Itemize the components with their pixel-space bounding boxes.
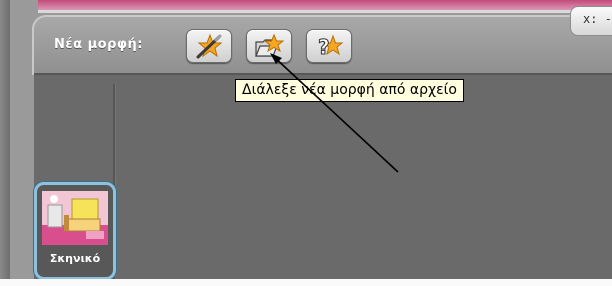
stage-thumbnail-card[interactable]: Σκηνικό [34,182,116,280]
paintbrush-star-icon [196,33,223,59]
stage-label: Σκηνικό [49,252,101,265]
question-star-icon: ? [318,35,344,59]
new-sprite-toolbar: Νέα μορφή: ? [32,15,612,75]
folder-star-icon [255,33,285,57]
surprise-sprite-button[interactable]: ? [306,29,352,63]
new-sprite-label: Νέα μορφή: [54,37,143,52]
stage-backdrop-thumbnail [42,191,108,245]
svg-text:?: ? [318,35,330,59]
tooltip: Διάλεξε νέα μορφή από αρχείο [235,79,464,102]
sprite-list-panel [34,73,612,281]
top-divider [38,10,612,13]
bottom-edge [0,279,612,286]
coordinates-tab: x: -8 [570,6,612,36]
paint-new-sprite-button[interactable] [186,29,232,63]
coordinates-readout: x: -8 [583,12,612,26]
window-left-edge [0,0,10,286]
bedroom-image [42,191,108,245]
choose-sprite-from-file-button[interactable] [246,29,292,63]
